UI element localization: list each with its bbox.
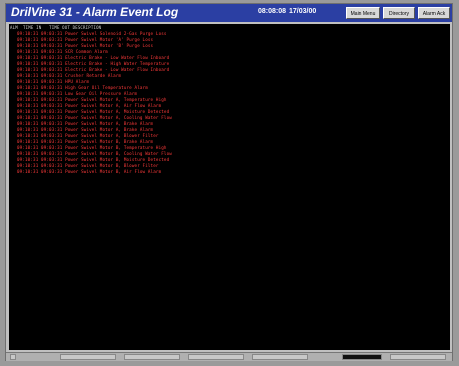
alarm-log-panel[interactable]: ALM TIME IN TIME OUT DESCRIPTION 09:10:3… [9, 24, 450, 350]
main-menu-button[interactable]: Main Menu [346, 7, 380, 19]
alarm-log-window: DrilVine 31 - Alarm Event Log 08:08:08 1… [6, 4, 452, 361]
bottom-button-1[interactable] [60, 354, 116, 360]
bottom-button-4[interactable] [252, 354, 308, 360]
window-title: DrilVine 31 - Alarm Event Log [11, 5, 179, 19]
bottom-button-active[interactable] [342, 354, 382, 360]
bottom-button-6[interactable] [390, 354, 446, 360]
clock-date: 17/03/00 [289, 8, 317, 15]
alarm-ack-button[interactable]: Alarm Ack [418, 7, 450, 19]
bottom-button-2[interactable] [124, 354, 180, 360]
bottom-toolbar [6, 352, 452, 361]
scroll-left-handle[interactable] [10, 354, 16, 360]
alarm-row[interactable]: 09:10:31 09:03:31 Power Swivel Motor B, … [17, 169, 172, 175]
directory-button[interactable]: Directory [383, 7, 415, 19]
clock-time: 08:08:08 [258, 8, 287, 15]
bottom-button-3[interactable] [188, 354, 244, 360]
log-column-header: ALM TIME IN TIME OUT DESCRIPTION [10, 25, 102, 30]
title-bar: DrilVine 31 - Alarm Event Log 08:08:08 1… [6, 4, 452, 22]
alarm-rows: 09:10:31 09:03:31 Power Swivel Solenoid … [17, 31, 172, 175]
